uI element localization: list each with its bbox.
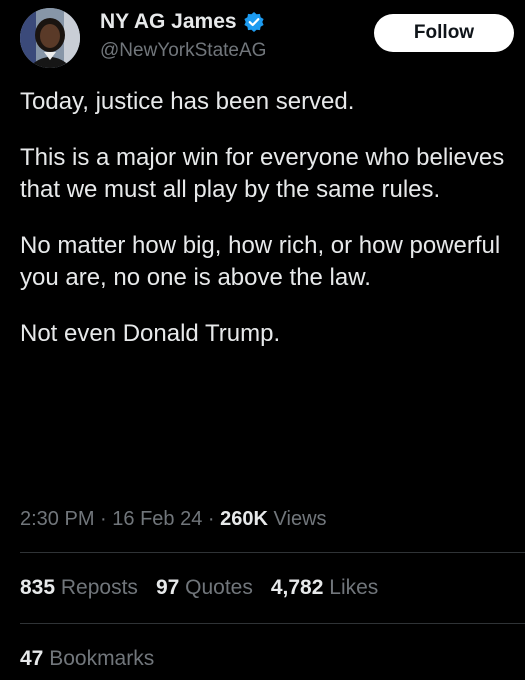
tweet-meta: 2:30 PM · 16 Feb 24 · 260K Views [20, 505, 327, 533]
reposts-stat[interactable]: 835 Reposts [20, 574, 138, 602]
quotes-stat[interactable]: 97 Quotes [156, 574, 253, 602]
name-row: NY AG James [100, 10, 265, 34]
tweet-paragraph: Not even Donald Trump. [20, 320, 281, 347]
tweet-paragraph: This is a major win for everyone who bel… [20, 144, 505, 203]
quotes-label: Quotes [185, 576, 253, 599]
display-name[interactable]: NY AG James [100, 10, 237, 34]
tweet-text: Today, justice has been served. This is … [20, 86, 515, 350]
quotes-count: 97 [155, 576, 180, 599]
meta-separator: · [207, 508, 215, 530]
follow-button[interactable]: Follow [374, 14, 514, 52]
tweet-paragraph: No matter how big, how rich, or how powe… [20, 232, 501, 291]
reposts-count: 835 [20, 576, 56, 599]
tweet-date[interactable]: 16 Feb 24 [112, 508, 202, 530]
likes-count: 4,782 [270, 576, 324, 599]
verified-badge-icon [243, 11, 265, 33]
bookmarks-stat[interactable]: 47 Bookmarks [20, 645, 154, 673]
reposts-label: Reposts [60, 576, 138, 599]
views-count: 260K [220, 508, 268, 530]
avatar[interactable] [20, 8, 80, 68]
avatar-image [20, 8, 80, 68]
likes-stat[interactable]: 4,782 Likes [271, 574, 378, 602]
handle[interactable]: @NewYorkStateAG [100, 39, 266, 63]
meta-separator: · [100, 508, 107, 530]
tweet-time[interactable]: 2:30 PM [20, 508, 94, 530]
engagement-stats: 835 Reposts 97 Quotes 4,782 Likes [20, 574, 378, 602]
likes-label: Likes [329, 576, 379, 599]
bookmarks-label: Bookmarks [49, 647, 155, 670]
bookmarks-count: 47 [20, 647, 44, 670]
tweet-paragraph: Today, justice has been served. [20, 88, 355, 115]
divider [20, 623, 525, 624]
views-label: Views [273, 508, 327, 530]
divider [20, 552, 525, 553]
tweet-header: NY AG James @NewYorkStateAG Follow [0, 0, 525, 80]
